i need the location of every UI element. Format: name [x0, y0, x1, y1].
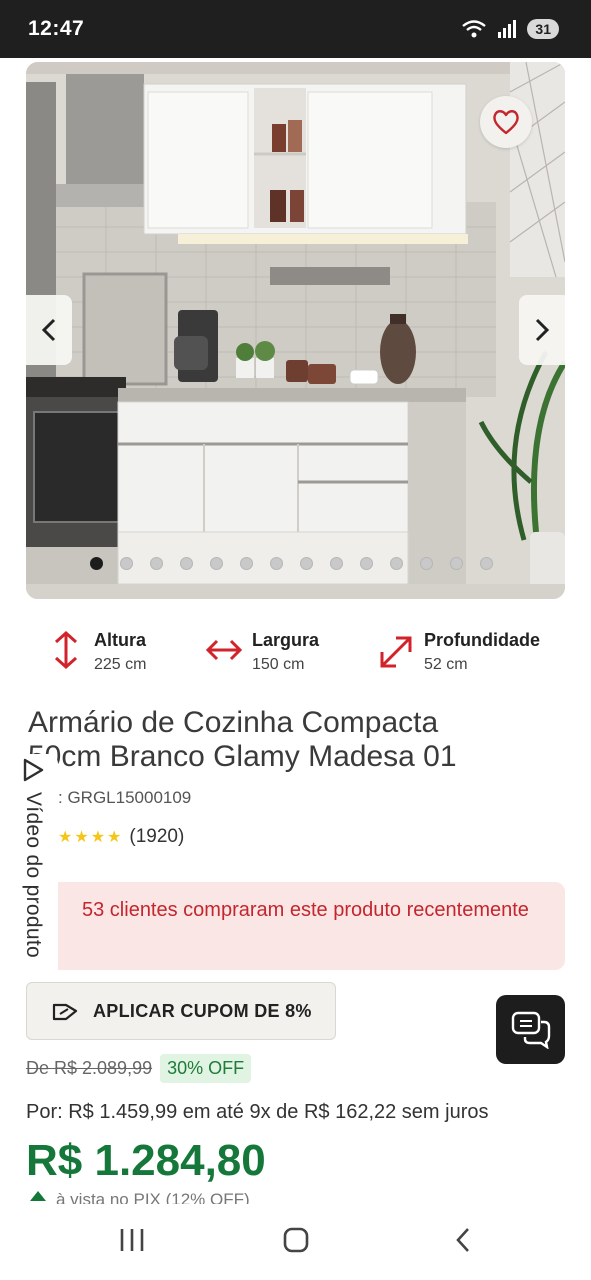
- status-bar: 12:47 31: [0, 0, 591, 58]
- play-icon: [23, 758, 44, 782]
- dimension-label: Altura: [94, 630, 147, 650]
- installment-text: Por: R$ 1.459,99 em até 9x de R$ 162,22 …: [26, 1101, 489, 1123]
- favorite-button[interactable]: [480, 96, 532, 148]
- gallery-dot[interactable]: [390, 557, 403, 570]
- current-price: R$ 1.284,80: [26, 1136, 266, 1185]
- coupon-icon: [52, 1003, 78, 1021]
- status-time: 12:47: [28, 17, 85, 40]
- dimension-label: Largura: [252, 630, 320, 650]
- chevron-right-icon: [535, 318, 550, 342]
- back-icon[interactable]: [450, 1226, 478, 1254]
- dimension-height: Altura 225 cm: [48, 630, 146, 674]
- dimension-value: 225 cm: [94, 656, 147, 673]
- gallery-dot[interactable]: [120, 557, 133, 570]
- arrow-vertical-icon: [54, 630, 78, 670]
- product-title: Armário de Cozinha Compacta 50cm Branco …: [28, 706, 548, 774]
- gallery-dot[interactable]: [270, 557, 283, 570]
- recent-apps-icon[interactable]: [118, 1226, 146, 1254]
- gallery-dot[interactable]: [240, 557, 253, 570]
- system-nav-bar: [0, 1204, 591, 1280]
- old-price-row: De R$ 2.089,99 30% OFF: [26, 1054, 252, 1083]
- chat-button[interactable]: [496, 995, 565, 1064]
- gallery-dots: [90, 557, 493, 570]
- apply-coupon-button[interactable]: APLICAR CUPOM DE 8%: [26, 982, 336, 1040]
- gallery-dot[interactable]: [180, 557, 193, 570]
- product-rating[interactable]: ★★★★ (1920): [58, 826, 184, 848]
- gallery-dot[interactable]: [90, 557, 103, 570]
- gallery-dot[interactable]: [300, 557, 313, 570]
- arrow-horizontal-icon: [206, 639, 242, 661]
- dimension-depth: Profundidade 52 cm: [378, 630, 540, 674]
- chevron-left-icon: [41, 318, 56, 342]
- coupon-label: APLICAR CUPOM DE 8%: [93, 1000, 312, 1021]
- review-count: (1920): [129, 826, 185, 847]
- gallery-prev-button[interactable]: [26, 295, 72, 365]
- dimension-width: Largura 150 cm: [206, 630, 319, 674]
- status-icons: 31: [461, 19, 559, 39]
- product-image[interactable]: [26, 62, 565, 599]
- dimension-value: 52 cm: [424, 656, 468, 673]
- gallery-next-button[interactable]: [519, 295, 565, 365]
- home-icon[interactable]: [282, 1226, 310, 1254]
- gallery-dot[interactable]: [420, 557, 433, 570]
- dimensions-row: Altura 225 cm Largura 150 cm Profundidad…: [26, 630, 565, 682]
- chat-icon: [511, 1011, 550, 1049]
- gallery-dot[interactable]: [210, 557, 223, 570]
- dimension-label: Profundidade: [424, 630, 540, 650]
- gallery-dot[interactable]: [450, 557, 463, 570]
- battery-icon: 31: [527, 19, 559, 39]
- gallery-dot[interactable]: [330, 557, 343, 570]
- dimension-value: 150 cm: [252, 656, 305, 673]
- video-tab-label[interactable]: Vídeo do produto: [15, 792, 45, 1002]
- pix-icon: [30, 1191, 46, 1201]
- heart-icon: [493, 110, 519, 135]
- social-proof-alert: 53 clientes compraram este produto recen…: [58, 882, 565, 970]
- product-title-line: Armário de Cozinha Compacta: [28, 706, 439, 739]
- battery-level: 31: [535, 21, 551, 37]
- gallery-dot[interactable]: [480, 557, 493, 570]
- old-price: De R$ 2.089,99: [26, 1058, 153, 1078]
- product-title-line: 50cm Branco Glamy Madesa 01: [28, 740, 457, 773]
- arrow-diagonal-icon: [380, 636, 412, 668]
- discount-badge: 30% OFF: [160, 1054, 252, 1083]
- star-rating-icon: ★★★★: [58, 829, 124, 846]
- pix-note: à vista no PIX (12% OFF): [56, 1190, 250, 1204]
- wifi-icon: [462, 20, 487, 38]
- signal-icon: [498, 20, 517, 38]
- gallery-dot[interactable]: [360, 557, 373, 570]
- gallery-dot[interactable]: [150, 557, 163, 570]
- product-sku: : GRGL15000109: [58, 788, 192, 807]
